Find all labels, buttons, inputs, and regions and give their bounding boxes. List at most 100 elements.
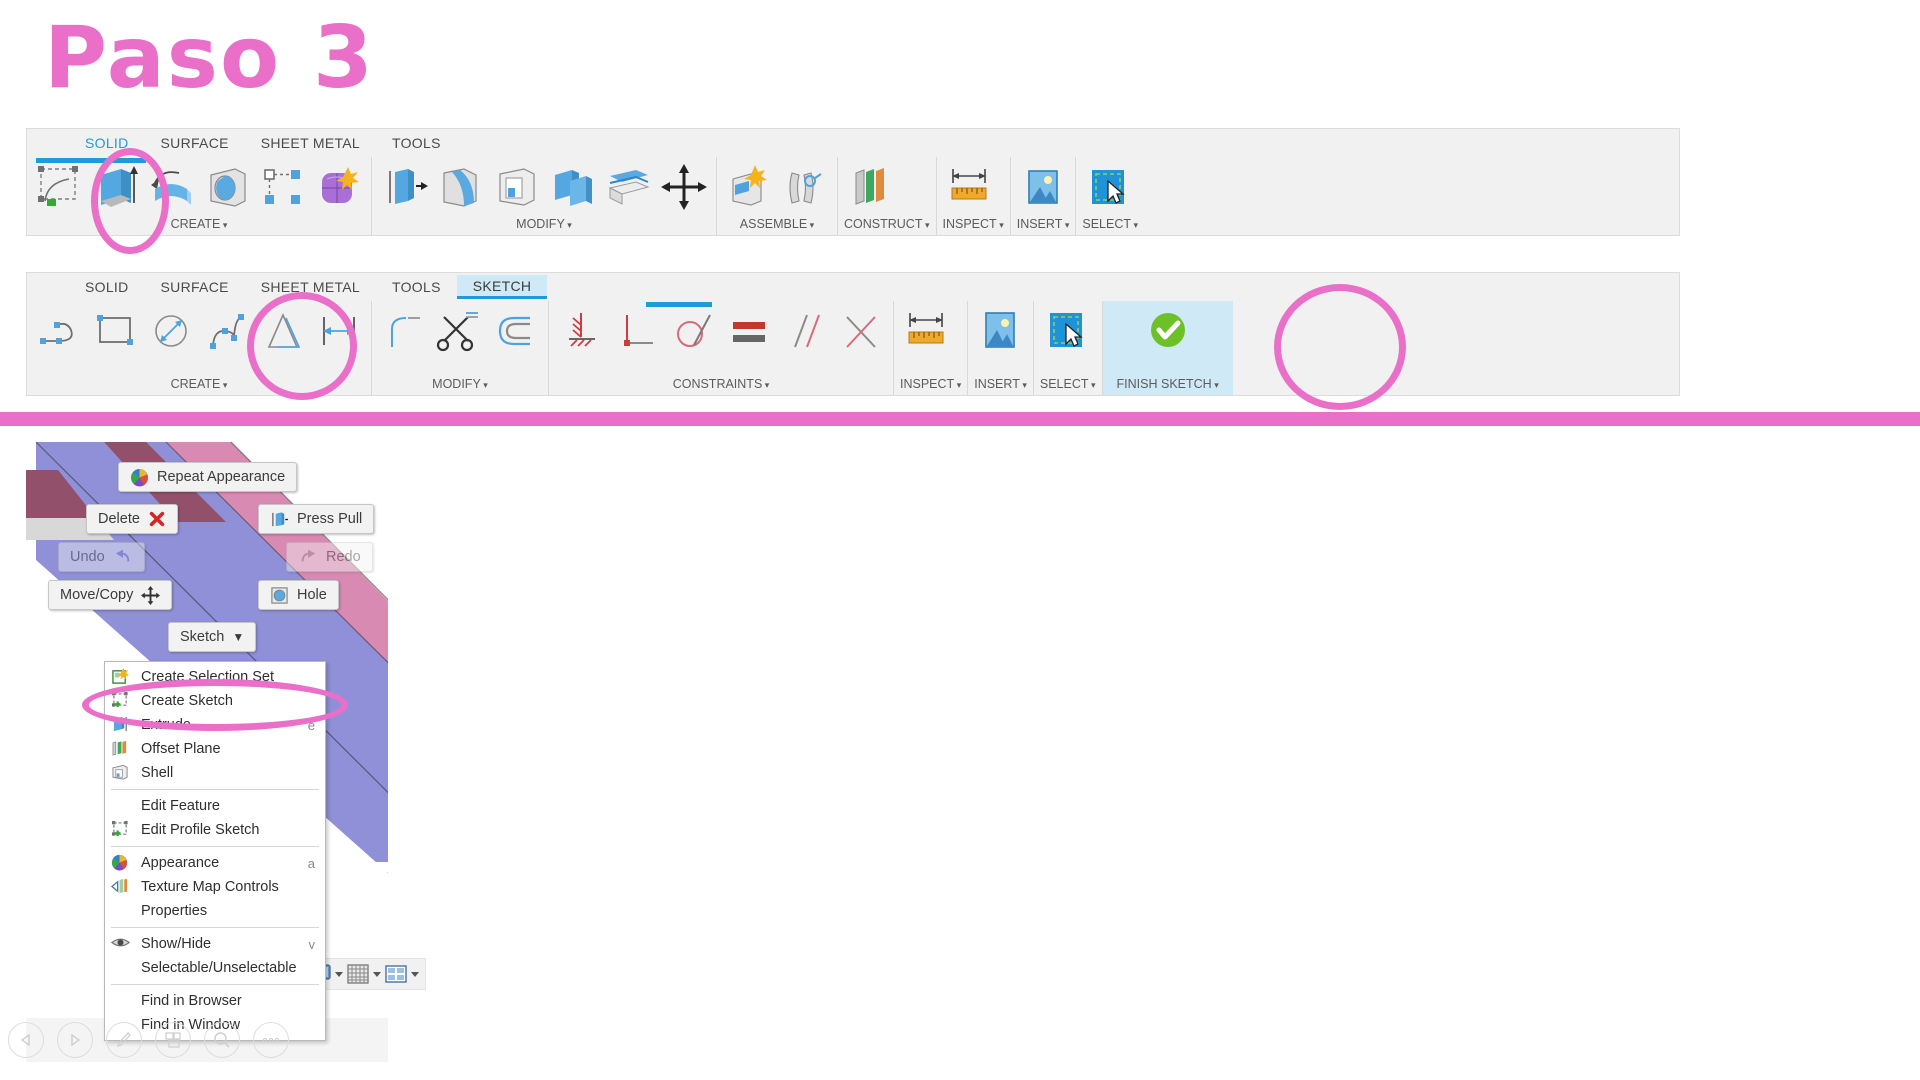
menu-item-edit-profile-sketch[interactable]: Edit Profile Sketch: [105, 818, 325, 842]
split-face-icon[interactable]: [602, 161, 654, 213]
panel-construct-solid: CONSTRUCT ▾: [838, 157, 937, 235]
measure-icon[interactable]: [943, 161, 995, 213]
offset-plane-icon[interactable]: [844, 161, 896, 213]
menu-item-find-in-browser[interactable]: Find in Browser: [105, 989, 325, 1013]
menu-item-offset-plane[interactable]: Offset Plane: [105, 737, 325, 761]
tab-sheet-metal[interactable]: SHEET METAL: [245, 132, 376, 154]
sketch-icon[interactable]: [33, 161, 85, 213]
page-title: Paso 3: [44, 8, 375, 108]
tab2-sheet-metal[interactable]: SHEET METAL: [245, 276, 376, 298]
grid-snaps-button[interactable]: [345, 962, 381, 986]
menu-item-extrude[interactable]: Extrude e: [105, 713, 325, 737]
chevron-down-icon[interactable]: [373, 971, 381, 977]
previous-step-button[interactable]: [8, 1022, 44, 1058]
select-cursor-icon[interactable]: [1040, 305, 1092, 357]
tab2-tools[interactable]: TOOLS: [376, 276, 457, 298]
new-component-icon[interactable]: [723, 161, 775, 213]
menu-item-show-hide[interactable]: Show/Hide v: [105, 932, 325, 956]
shell-icon[interactable]: [490, 161, 542, 213]
panel-label-insert-solid[interactable]: INSERT ▾: [1017, 217, 1070, 235]
marking-item-move-copy[interactable]: Move/Copy: [48, 580, 173, 610]
panel-label-select-solid[interactable]: SELECT ▾: [1082, 217, 1138, 235]
menu-item-appearance[interactable]: Appearance a: [105, 851, 325, 875]
combine-icon[interactable]: [546, 161, 598, 213]
insert-image-icon[interactable]: [974, 305, 1026, 357]
parallel-icon[interactable]: [779, 305, 831, 357]
browser-panels-button[interactable]: [155, 1022, 191, 1058]
press-pull-icon[interactable]: [378, 161, 430, 213]
panel-label-inspect-solid[interactable]: INSPECT ▾: [943, 217, 1004, 235]
panel-label-create-sketch[interactable]: CREATE ▾: [33, 377, 365, 395]
chevron-down-icon[interactable]: [335, 971, 343, 977]
rectangle-icon[interactable]: [89, 305, 141, 357]
marking-item-redo[interactable]: Redo: [286, 542, 373, 572]
red-x-icon: [149, 511, 165, 527]
joint-icon[interactable]: [779, 161, 831, 213]
marking-item-repeat-appearance[interactable]: Repeat Appearance: [118, 462, 298, 492]
chevron-down-icon[interactable]: [411, 971, 419, 977]
panel-label-select-sketch[interactable]: SELECT ▾: [1040, 377, 1096, 395]
circle-icon[interactable]: [145, 305, 197, 357]
menu-item-properties[interactable]: Properties: [105, 899, 325, 923]
trim-icon[interactable]: [434, 305, 486, 357]
coincident-icon[interactable]: [555, 305, 607, 357]
panel-label-insert-sketch[interactable]: INSERT ▾: [974, 377, 1027, 395]
menu-item-texture-map-controls[interactable]: Texture Map Controls: [105, 875, 325, 899]
form-icon[interactable]: [313, 161, 365, 213]
offset-icon[interactable]: [490, 305, 542, 357]
search-button[interactable]: [204, 1022, 240, 1058]
sweep-icon[interactable]: [201, 161, 253, 213]
fillet-sketch-icon[interactable]: [378, 305, 430, 357]
tab2-solid[interactable]: SOLID: [69, 276, 145, 298]
finish-sketch-check-icon[interactable]: [1142, 305, 1194, 357]
menu-item-selectable-unselectable[interactable]: Selectable/Unselectable: [105, 956, 325, 980]
menu-separator: [111, 789, 319, 790]
marking-item-delete[interactable]: Delete: [86, 504, 178, 534]
extrude-icon[interactable]: [89, 161, 141, 213]
tab2-sketch[interactable]: SKETCH: [456, 275, 548, 299]
tab-surface[interactable]: SURFACE: [145, 132, 245, 154]
panel-label-construct-solid[interactable]: CONSTRUCT ▾: [844, 217, 930, 235]
sketch-dimension-icon[interactable]: [313, 305, 365, 357]
measure-icon[interactable]: [900, 305, 952, 357]
menu-item-create-selection-set[interactable]: Create Selection Set: [105, 665, 325, 689]
play-step-button[interactable]: [57, 1022, 93, 1058]
pattern-icon[interactable]: [257, 161, 309, 213]
panel-label-inspect-sketch[interactable]: INSPECT ▾: [900, 377, 961, 395]
panel-label-create-solid[interactable]: CREATE ▾: [33, 217, 365, 235]
spline-icon[interactable]: [201, 305, 253, 357]
panel-label-finish-sketch[interactable]: FINISH SKETCH ▾: [1117, 377, 1219, 395]
insert-image-icon[interactable]: [1017, 161, 1069, 213]
more-options-button[interactable]: [253, 1022, 289, 1058]
tab-solid[interactable]: SOLID: [69, 132, 145, 154]
polygon-icon[interactable]: [257, 305, 309, 357]
panel-label-assemble-solid[interactable]: ASSEMBLE ▾: [723, 217, 831, 235]
edit-pencil-button[interactable]: [106, 1022, 142, 1058]
menu-item-create-sketch[interactable]: Create Sketch: [105, 689, 325, 713]
panel-label-modify-sketch[interactable]: MODIFY ▾: [378, 377, 542, 395]
fillet-icon[interactable]: [434, 161, 486, 213]
tab-tools[interactable]: TOOLS: [376, 132, 457, 154]
grid-snaps-icon: [347, 964, 369, 984]
panel-label-modify-solid[interactable]: MODIFY ▾: [378, 217, 710, 235]
marking-item-undo[interactable]: Undo: [58, 542, 145, 572]
tangent-icon[interactable]: [667, 305, 719, 357]
menu-item-edit-feature[interactable]: Edit Feature: [105, 794, 325, 818]
move-copy-icon[interactable]: [658, 161, 710, 213]
line-icon[interactable]: [33, 305, 85, 357]
midpoint-icon[interactable]: [835, 305, 887, 357]
revolve-icon[interactable]: [145, 161, 197, 213]
menu-item-shell[interactable]: Shell: [105, 761, 325, 785]
panel-inspect-solid: INSPECT ▾: [937, 157, 1011, 235]
marking-item-hole[interactable]: Hole: [258, 580, 339, 610]
panel-label-constraints-sketch[interactable]: CONSTRAINTS ▾: [555, 377, 887, 395]
select-cursor-icon[interactable]: [1082, 161, 1134, 213]
panel-label-create-solid-text: CREATE: [170, 217, 221, 231]
viewports-button[interactable]: [383, 962, 419, 986]
tab2-surface[interactable]: SURFACE: [145, 276, 245, 298]
marking-item-press-pull[interactable]: Press Pull: [258, 504, 375, 534]
equal-icon[interactable]: [723, 305, 775, 357]
marking-item-sketch[interactable]: Sketch ▼: [168, 622, 257, 652]
perpendicular-icon[interactable]: [611, 305, 663, 357]
sketch-context-menu[interactable]: Create Selection Set Create Sketch Extru…: [104, 661, 326, 1041]
